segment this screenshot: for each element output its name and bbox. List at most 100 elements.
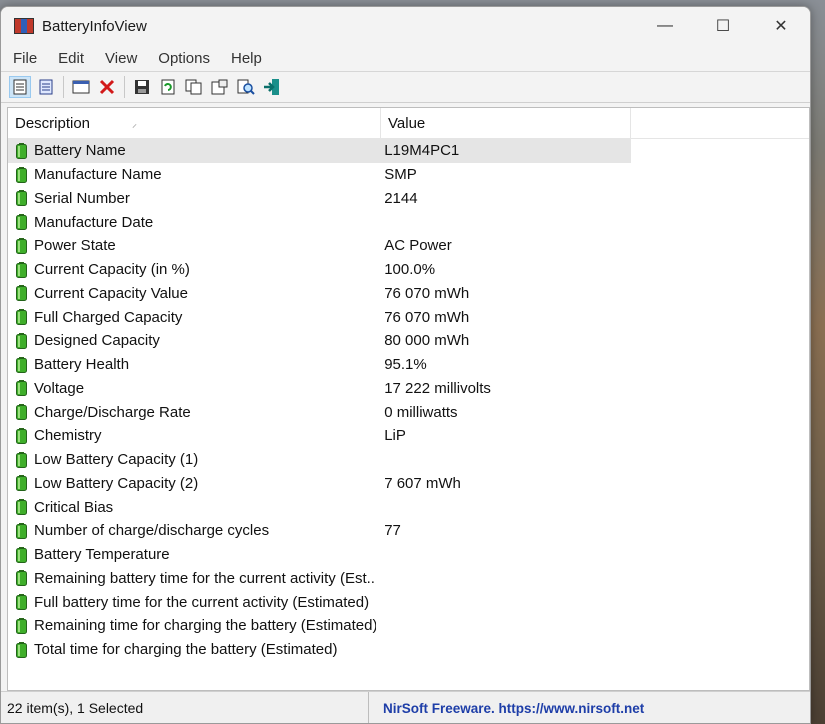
battery-icon (16, 522, 27, 539)
battery-icon (16, 332, 27, 349)
row-description-cell: Critical Bias (8, 499, 376, 516)
row-description: Critical Bias (34, 498, 114, 516)
maximize-button[interactable]: ☐ (694, 7, 752, 45)
row-description-cell: Full battery time for the current activi… (8, 594, 376, 611)
table-row[interactable]: Low Battery Capacity (1) (8, 448, 631, 472)
row-description: Battery Temperature (34, 546, 170, 564)
row-description-cell: Manufacture Date (8, 214, 376, 231)
table-row[interactable]: Manufacture Name SMP (8, 163, 631, 187)
menu-options[interactable]: Options (146, 50, 219, 67)
find-icon[interactable] (235, 76, 257, 98)
menu-help[interactable]: Help (219, 50, 271, 67)
menu-file[interactable]: File (1, 50, 46, 67)
row-value: AC Power (384, 237, 452, 255)
copy-icon[interactable] (183, 76, 205, 98)
battery-icon (16, 237, 27, 254)
delete-icon[interactable] (96, 76, 118, 98)
toolbar (1, 71, 810, 103)
row-description: Charge/Discharge Rate (34, 403, 191, 421)
table-row[interactable]: Designed Capacity 80 000 mWh (8, 329, 631, 353)
row-description: Current Capacity Value (34, 284, 188, 302)
table-row[interactable]: Number of charge/discharge cycles 77 (8, 519, 631, 543)
table-row[interactable]: Voltage 17 222 millivolts (8, 377, 631, 401)
row-description-cell: Number of charge/discharge cycles (8, 522, 376, 539)
minimize-button[interactable]: — (636, 7, 694, 45)
row-description: Full Charged Capacity (34, 308, 183, 326)
battery-icon (16, 261, 27, 278)
battery-icon (16, 380, 27, 397)
row-description: Number of charge/discharge cycles (34, 522, 270, 540)
properties-icon[interactable] (9, 76, 31, 98)
row-description: Total time for charging the battery (Est… (34, 641, 338, 659)
table-row[interactable]: Chemistry LiP (8, 424, 631, 448)
table-row[interactable]: Serial Number 2144 (8, 187, 631, 211)
table-row[interactable]: Remaining time for charging the battery … (8, 614, 631, 638)
row-value: 7 607 mWh (384, 474, 461, 492)
status-item-count: 22 item(s), 1 Selected (1, 692, 369, 723)
row-description-cell: Total time for charging the battery (Est… (8, 641, 376, 658)
table-row[interactable]: Low Battery Capacity (2) 7 607 mWh (8, 472, 631, 496)
battery-icon (16, 309, 27, 326)
battery-icon (16, 451, 27, 468)
table-row[interactable]: Battery Temperature (8, 543, 631, 567)
row-description: Designed Capacity (34, 332, 160, 350)
battery-icon (16, 594, 27, 611)
close-button[interactable]: ✕ (752, 7, 810, 45)
toolbar-separator (124, 76, 125, 98)
battery-icon (16, 570, 27, 587)
table-row[interactable]: Charge/Discharge Rate 0 milliwatts (8, 400, 631, 424)
battery-icon (16, 617, 27, 634)
options-icon[interactable] (209, 76, 231, 98)
row-description-cell: Current Capacity Value (8, 285, 376, 302)
row-value: 76 070 mWh (384, 308, 470, 326)
row-value: 17 222 millivolts (384, 379, 491, 397)
menu-view[interactable]: View (93, 50, 146, 67)
battery-icon (16, 166, 27, 183)
row-description: Power State (34, 237, 116, 255)
column-header-value[interactable]: Value (381, 108, 631, 138)
row-description: Voltage (34, 379, 85, 397)
sort-indicator-icon: ⸝ (132, 119, 138, 130)
exit-icon[interactable] (261, 76, 283, 98)
window-icon[interactable] (70, 76, 92, 98)
table-row[interactable]: Power State AC Power (8, 234, 631, 258)
battery-icon (16, 641, 27, 658)
save-icon[interactable] (131, 76, 153, 98)
battery-icon (16, 356, 27, 373)
menu-edit[interactable]: Edit (46, 50, 93, 67)
row-description: Battery Name (34, 142, 126, 160)
row-description-cell: Full Charged Capacity (8, 309, 376, 326)
status-bar: 22 item(s), 1 Selected NirSoft Freeware.… (1, 691, 810, 723)
row-description: Remaining battery time for the current a… (34, 569, 377, 587)
row-value: LiP (384, 427, 406, 445)
row-description-cell: Battery Temperature (8, 546, 376, 563)
nirsoft-link[interactable]: NirSoft Freeware. https://www.nirsoft.ne… (369, 701, 644, 716)
row-description-cell: Designed Capacity (8, 332, 376, 349)
table-row[interactable]: Critical Bias (8, 495, 631, 519)
table-row[interactable]: Full battery time for the current activi… (8, 590, 631, 614)
table-row[interactable]: Remaining battery time for the current a… (8, 567, 631, 591)
table-row[interactable]: Manufacture Date (8, 210, 631, 234)
table-row[interactable]: Current Capacity Value 76 070 mWh (8, 282, 631, 306)
row-description-cell: Voltage (8, 380, 376, 397)
row-description-cell: Battery Name (8, 142, 376, 159)
menu-bar: File Edit View Options Help (1, 45, 810, 71)
table-row[interactable]: Battery Name L19M4PC1 (8, 139, 631, 163)
table-row[interactable]: Total time for charging the battery (Est… (8, 638, 631, 662)
table-row[interactable]: Current Capacity (in %) 100.0% (8, 258, 631, 282)
html-report-icon[interactable] (35, 76, 57, 98)
table-row[interactable]: Full Charged Capacity 76 070 mWh (8, 305, 631, 329)
app-icon (14, 18, 34, 34)
battery-icon (16, 546, 27, 563)
battery-info-list: Description ⸝ Value Battery Name L19M4PC1 M… (7, 107, 810, 691)
battery-icon (16, 427, 27, 444)
row-description-cell: Low Battery Capacity (1) (8, 451, 376, 468)
list-rows: Battery Name L19M4PC1 Manufacture Name SMP S… (8, 139, 809, 662)
row-description: Full battery time for the current activi… (34, 593, 370, 611)
row-value: 77 (384, 522, 401, 540)
table-row[interactable]: Battery Health 95.1% (8, 353, 631, 377)
column-header-description[interactable]: Description ⸝ (8, 108, 381, 138)
row-value: 100.0% (384, 261, 436, 279)
toolbar-separator (63, 76, 64, 98)
refresh-icon[interactable] (157, 76, 179, 98)
